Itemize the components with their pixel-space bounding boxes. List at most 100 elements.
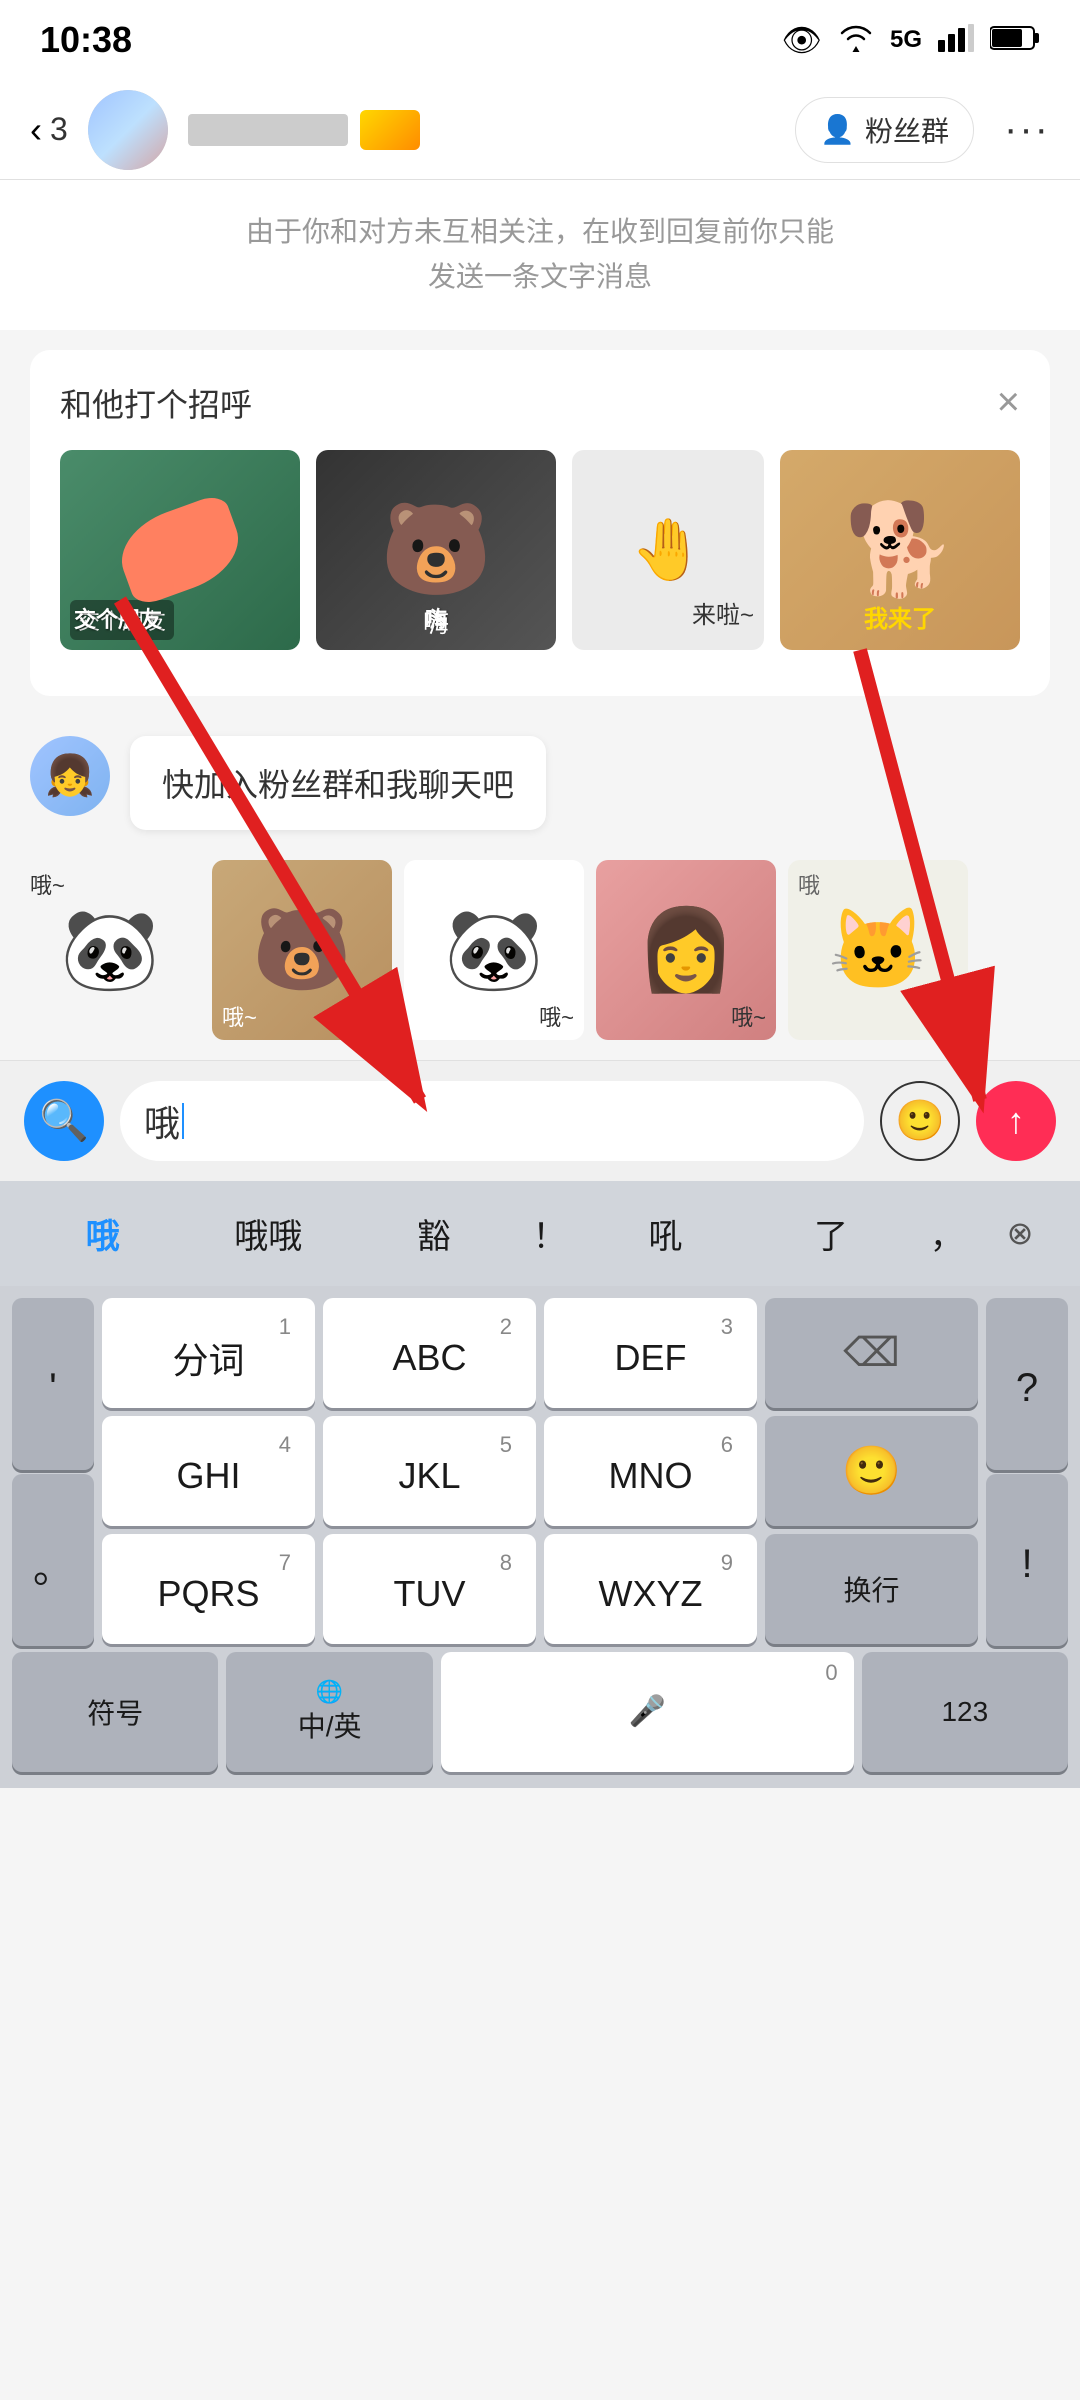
num-label: 123 xyxy=(941,1696,988,1728)
sticker-item-jiaoge[interactable]: 交个朋友 xyxy=(60,450,300,650)
key-4-label: GHI xyxy=(176,1455,240,1497)
battery-icon xyxy=(990,25,1040,56)
send-button[interactable]: ↑ xyxy=(976,1081,1056,1161)
sticker-wave-icon: 🤚 xyxy=(631,514,706,585)
back-button[interactable]: ‹ 3 xyxy=(30,109,68,151)
key-1-label: 分词 xyxy=(172,1332,244,1384)
key-delete[interactable]: ⌫ xyxy=(765,1298,978,1408)
chat-bubble-area: 👧 快加入粉丝群和我聊天吧 xyxy=(0,716,1080,850)
sticker-bottom-row: 🐼 哦~ 🐻 哦~ 🐼 哦~ 👩 哦~ 🐱 哦 xyxy=(0,850,1080,1060)
keyboard-row-1: ' 。 1 分词 2 ABC 3 xyxy=(0,1286,1080,1648)
newline-label: 换行 xyxy=(843,1569,899,1609)
ime-suggest-4[interactable]: ！ xyxy=(517,1199,583,1268)
key-4-ghi[interactable]: 4 GHI xyxy=(102,1416,315,1526)
sticker-cat[interactable]: 🐱 哦 xyxy=(788,860,968,1040)
sticker-label-come: 来啦~ xyxy=(692,595,754,630)
status-time: 10:38 xyxy=(40,19,132,61)
key-6-label: MNO xyxy=(609,1455,693,1497)
sticker-bear-2[interactable]: 🐻 哦~ xyxy=(212,860,392,1040)
emoji-key-icon: 🙂 xyxy=(842,1442,902,1499)
key-newline[interactable]: 换行 xyxy=(765,1534,978,1644)
ime-delete-button[interactable]: ⊗ xyxy=(980,1214,1060,1252)
nav-bar: ‹ 3 👤 粉丝群 ··· xyxy=(0,80,1080,180)
key-emoji-right[interactable]: 🙂 xyxy=(765,1416,978,1526)
visibility-icon: 👁 xyxy=(781,21,822,59)
sticker-panda-1[interactable]: 🐼 哦~ xyxy=(20,860,200,1040)
text-input-wrapper[interactable]: 哦 xyxy=(120,1081,864,1161)
key-6-mno[interactable]: 6 MNO xyxy=(544,1416,757,1526)
status-icons: 👁 5G xyxy=(781,21,1040,59)
ime-suggest-5[interactable]: 吼 xyxy=(583,1199,749,1268)
sticker-panda-2[interactable]: 🐼 哦~ xyxy=(404,860,584,1040)
key-2-number: 2 xyxy=(500,1314,512,1340)
sticker-panel-title: 和他打个招呼 xyxy=(60,380,252,426)
sticker-item-bear[interactable]: 🐻 嗨 xyxy=(316,450,556,650)
ime-suggestion-bar: 哦 哦哦 豁 ！ 吼 了 ， ⊗ xyxy=(0,1181,1080,1286)
input-area: 🔍 哦 🙂 ↑ xyxy=(0,1060,1080,1181)
key-7-number: 7 xyxy=(279,1550,291,1576)
key-7-pqrs[interactable]: 7 PQRS xyxy=(102,1534,315,1644)
notice-text: 由于你和对方未互相关注，在收到回复前你只能 发送一条文字消息 xyxy=(246,216,834,292)
ime-suggest-1[interactable]: 哦 xyxy=(20,1199,186,1268)
sticker-panel-top: 和他打个招呼 × 交个朋友 🐻 嗨 🤚 来啦~ xyxy=(30,350,1050,696)
keyboard-row-3-main: 7 PQRS 8 TUV 9 WXYZ 换行 xyxy=(98,1530,982,1648)
more-button[interactable]: ··· xyxy=(1004,107,1050,152)
sender-avatar: 👧 xyxy=(30,736,110,816)
zhong-label: 中/英 xyxy=(298,1705,362,1745)
key-9-label: WXYZ xyxy=(599,1573,703,1615)
key-question[interactable]: ? xyxy=(986,1298,1068,1470)
main-keys: 1 分词 2 ABC 3 DEF ⌫ xyxy=(98,1294,982,1648)
key-exclaim-label: ! xyxy=(1021,1542,1032,1587)
sticker-label-wecame: 我来了 xyxy=(864,599,936,634)
sender-avatar-emoji: 👧 xyxy=(45,752,95,799)
ime-suggest-6[interactable]: 了 xyxy=(748,1199,914,1268)
punct-col-right: ? ! xyxy=(982,1294,1072,1648)
search-icon: 🔍 xyxy=(39,1097,89,1144)
fans-group-button[interactable]: 👤 粉丝群 xyxy=(795,97,974,163)
key-2-abc[interactable]: 2 ABC xyxy=(323,1298,536,1408)
sticker-grid-top: 交个朋友 🐻 嗨 🤚 来啦~ 🐕 我来了 xyxy=(60,450,1020,650)
status-bar: 10:38 👁 5G xyxy=(0,0,1080,80)
key-zhong[interactable]: 🌐 中/英 xyxy=(226,1652,432,1772)
key-period[interactable]: 。 xyxy=(12,1474,94,1646)
key-1-fenci[interactable]: 1 分词 xyxy=(102,1298,315,1408)
key-7-label: PQRS xyxy=(157,1573,259,1615)
nav-right: 👤 粉丝群 ··· xyxy=(795,97,1050,163)
fans-group-label: 粉丝群 xyxy=(865,110,949,150)
key-exclaim[interactable]: ! xyxy=(986,1474,1068,1646)
key-5-number: 5 xyxy=(500,1432,512,1458)
key-8-tuv[interactable]: 8 TUV xyxy=(323,1534,536,1644)
key-quote[interactable]: ' xyxy=(12,1298,94,1470)
sticker-girl[interactable]: 👩 哦~ xyxy=(596,860,776,1040)
delete-icon: ⊗ xyxy=(1007,1214,1034,1252)
avatar-image xyxy=(88,90,168,170)
key-3-def[interactable]: 3 DEF xyxy=(544,1298,757,1408)
key-123[interactable]: 123 xyxy=(862,1652,1068,1772)
key-fuhao[interactable]: 符号 xyxy=(12,1652,218,1772)
key-8-number: 8 xyxy=(500,1550,512,1576)
sticker-panel-close-button[interactable]: × xyxy=(997,380,1020,425)
key-5-jkl[interactable]: 5 JKL xyxy=(323,1416,536,1526)
fuhao-label: 符号 xyxy=(87,1692,143,1732)
back-arrow-icon: ‹ xyxy=(30,109,42,151)
key-3-label: DEF xyxy=(615,1337,687,1379)
chat-bubble-text: 快加入粉丝群和我聊天吧 xyxy=(162,767,514,803)
key-space[interactable]: 0 🎤 xyxy=(441,1652,854,1772)
sticker-dog-emoji: 🐕 xyxy=(844,497,956,602)
emoji-button[interactable]: 🙂 xyxy=(880,1081,960,1161)
chat-bubble: 快加入粉丝群和我聊天吧 xyxy=(130,736,546,830)
sticker-item-dog[interactable]: 🐕 我来了 xyxy=(780,450,1020,650)
key-8-label: TUV xyxy=(394,1573,466,1615)
sticker-item-come[interactable]: 🤚 来啦~ xyxy=(572,450,764,650)
ime-suggest-3[interactable]: 豁 xyxy=(351,1199,517,1268)
ime-suggest-7[interactable]: ， xyxy=(914,1199,980,1268)
punct-col: ' 。 xyxy=(8,1294,98,1648)
input-text[interactable]: 哦 xyxy=(144,1095,180,1147)
key-period-label: 。 xyxy=(33,1536,73,1594)
search-button[interactable]: 🔍 xyxy=(24,1081,104,1161)
sticker-label-hai: 嗨 xyxy=(425,602,447,634)
key-2-label: ABC xyxy=(392,1337,466,1379)
ime-suggest-2[interactable]: 哦哦 xyxy=(186,1199,352,1268)
sticker-bear-emoji: 🐻 xyxy=(380,497,492,602)
key-9-wxyz[interactable]: 9 WXYZ xyxy=(544,1534,757,1644)
